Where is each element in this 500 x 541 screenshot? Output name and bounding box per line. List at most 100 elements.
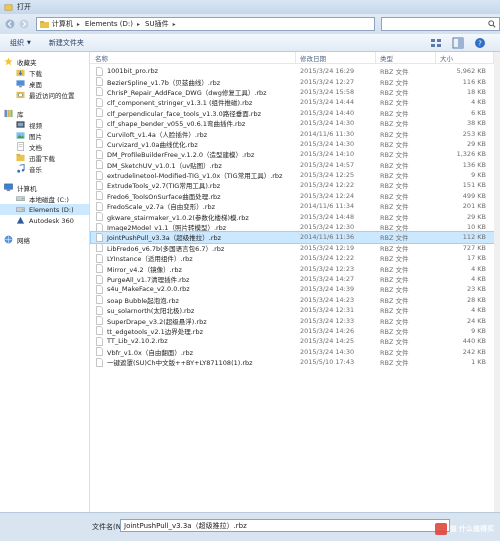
file-date-cell: 2015/3/24 12:33 [300,316,355,325]
sidebar-item-thunder-downloads[interactable]: 迅雷下载 [0,152,89,163]
file-row[interactable]: 1001bit_pro.rbz 2015/3/24 16:29 RBZ 文件 5,96… [91,66,500,76]
file-row[interactable]: soap Bubble起泡泡.rbz 2015/3/24 14:23 RBZ 文件 2… [91,295,500,305]
navigation-pane: 收藏夹 下载 桌面 最近访问的位置 库 视频 图片 文档 迅雷下载 音乐 计算机… [0,52,90,512]
rbz-file-icon [96,233,103,242]
folder-icon [16,153,25,162]
file-date-cell: 2015/3/24 12:23 [300,264,355,273]
file-name-cell: BezierSpline_v1.7b（贝兹曲线）.rbz [91,77,296,87]
rbz-file-icon [96,108,103,117]
back-button[interactable] [4,18,16,30]
documents-icon [17,142,24,151]
new-folder-button[interactable]: 新建文件夹 [49,38,84,48]
file-date-cell: 2015/5/10 17:43 [300,358,355,367]
file-row[interactable]: FredoScale_v2.7a（自由变形）.rbz 2014/11/6 11:3… [91,201,500,211]
sidebar-item-recent-places[interactable]: 最近访问的位置 [0,89,89,100]
file-row[interactable]: clf_shape_bender_v055_v0.6.1弯曲插件.rbz 2015… [91,118,500,128]
file-row[interactable]: tt_edgetools_v2.1边界处理.rbz 2015/3/24 14:26… [91,326,500,336]
file-row[interactable]: LibFredo6_v6.7b(多国语言包6.7）.rbz 2015/3/24 1… [91,243,500,253]
file-size-cell: 29 KB [466,139,486,148]
rbz-file-icon [96,98,103,107]
breadcrumb-drive[interactable]: Elements (D:) ▸ [85,20,140,28]
file-name-cell: FredoScale_v2.7a（自由变形）.rbz [91,201,296,211]
file-row[interactable]: clf_component_stringer_v1.3.1 (组件推磁).rbz… [91,97,500,107]
download-folder-icon [16,69,25,77]
sidebar-computer[interactable]: 计算机 [0,182,89,193]
column-date-modified[interactable]: 修改日期 [296,51,376,64]
file-date-cell: 2015/3/24 14:30 [300,347,355,356]
file-row[interactable]: ExtrudeTools_v2.7(TIG常用工具).rbz 2015/3/24 … [91,180,500,190]
file-name-cell: JointPushPull_v3.3a（超级推拉）.rbz [91,232,296,242]
file-name-cell: SuperDrape_v3.2(超级悬浮).rbz [91,316,296,326]
file-date-cell: 2015/3/24 12:24 [300,191,355,200]
address-bar[interactable]: 计算机 ▸ Elements (D:) ▸ SU插件 ▸ [35,17,375,31]
sidebar-network[interactable]: 网络 [0,234,89,245]
file-date-cell: 2014/11/6 11:34 [300,202,355,211]
search-input[interactable] [380,17,500,31]
file-date-cell: 2015/3/24 14:57 [300,160,355,169]
rbz-file-icon [96,87,103,97]
file-row[interactable]: Mirror_v4.2（镜像）.rbz 2015/3/24 12:23 RBZ 文件… [91,263,500,274]
file-name-cell: ChrisP_Repair_AddFace_DWG（dwg修复工具）.rbz [91,87,296,97]
sidebar-item-desktop[interactable]: 桌面 [0,78,89,89]
file-row[interactable]: 一键遮罩(SU)Ch中文版++BY+LY871108(1).rbz 2015/5/… [91,357,500,367]
file-row[interactable]: Vbfr_v1.0x（自由翻面）.rbz 2015/3/24 14:30 RBZ 文… [91,347,500,357]
column-name[interactable]: 名称 [90,51,296,64]
file-date-cell: 2015/3/24 15:58 [300,87,355,96]
file-row[interactable]: gkware_stairmaker_v1.0.2(参数化楼梯)模.rbz 2015… [91,211,500,222]
file-date-cell: 2015/3/24 14:40 [300,108,355,117]
filename-input[interactable]: JointPushPull_v3.3a（超级推拉）.rbz [120,519,450,532]
rbz-file-icon [96,274,103,284]
sidebar-item-music[interactable]: 音乐 [0,163,89,174]
file-row[interactable]: BezierSpline_v1.7b（贝兹曲线）.rbz 2015/3/24 12… [91,76,500,87]
preview-pane-icon[interactable] [452,37,464,49]
file-date-cell: 2015/3/24 14:39 [300,285,355,294]
file-size-cell: 5,962 KB [456,67,486,76]
file-row[interactable]: extrudelinetool-Modified-TIG_v1.0x（TIG常用… [91,170,500,180]
sidebar-item-documents[interactable]: 文档 [0,141,89,152]
sidebar-item-pictures[interactable]: 图片 [0,130,89,141]
file-size-cell: 1 KB [471,358,486,367]
sidebar-libraries[interactable]: 库 [0,108,89,119]
file-row[interactable]: Curviloft_v1.4a（人脸插件）.rbz 2014/11/6 11:30… [91,128,500,139]
library-icon [4,109,13,118]
help-icon[interactable]: ? [474,37,486,49]
file-row[interactable]: ChrisP_Repair_AddFace_DWG（dwg修复工具）.rbz 20… [91,87,500,97]
column-size[interactable]: 大小 [436,51,494,64]
watermark-logo-icon [434,523,447,535]
file-row[interactable]: Curvizard_v1.0a曲线优化.rbz 2015/3/24 14:30 RB… [91,139,500,149]
column-type[interactable]: 类型 [376,51,436,64]
sidebar-item-videos[interactable]: 视频 [0,119,89,130]
sidebar-favorites[interactable]: 收藏夹 [0,56,89,67]
sidebar-item-autodesk-360[interactable]: Autodesk 360 [0,215,89,226]
sidebar-item-elements-d[interactable]: Elements (D:) [0,204,89,215]
rbz-file-icon [96,295,103,305]
breadcrumb-folder[interactable]: SU插件 ▸ [145,19,176,29]
view-options-icon[interactable] [430,37,442,49]
file-row[interactable]: LYInstance（适用组件）.rbz 2015/3/24 12:22 RBZ 文… [91,253,500,263]
file-row[interactable]: JointPushPull_v3.3a（超级推拉）.rbz 2014/11/6 1… [90,231,500,244]
file-type-cell: RBZ 文件 [380,255,409,264]
file-type-cell: RBZ 文件 [380,182,409,191]
organize-button[interactable]: 组织 ▼ [10,38,31,48]
file-row[interactable]: su_solarnorth(太阳北极).rbz 2015/3/24 12:31 RB… [91,305,500,315]
file-row[interactable]: PurgeAll_v1.7清理插件.rbz 2015/3/24 14:27 RBZ … [91,274,500,284]
file-row[interactable]: clf_perpendicular_face_tools_v1.3.0路径垂面.… [91,108,500,118]
rbz-file-icon [96,118,103,128]
file-name-cell: DM_ProfileBuilderFree_v.1.2.0（造型建模）.rbz [91,149,296,159]
favorites-group: 收藏夹 下载 桌面 最近访问的位置 [0,56,89,100]
file-name-cell: clf_shape_bender_v055_v0.6.1弯曲插件.rbz [91,118,296,128]
file-date-cell: 2015/3/24 14:30 [300,119,355,128]
file-row[interactable]: SuperDrape_v3.2(超级悬浮).rbz 2015/3/24 12:33… [91,315,500,326]
file-row[interactable]: DM_SketchUV_v1.0.1（uv贴图）.rbz 2015/3/24 14… [91,160,500,170]
file-row[interactable]: TT_Lib_v2.10.2.rbz 2015/3/24 14:25 RBZ 文件 4… [91,336,500,346]
sidebar-item-local-disk-c[interactable]: 本地磁盘 (C:) [0,193,89,204]
breadcrumb-computer[interactable]: 计算机 ▸ [52,19,80,29]
rbz-file-icon [96,347,103,356]
file-row[interactable]: s4u_MakeFace_v2.0.0.rbz 2015/3/24 14:39 RB… [91,284,500,294]
file-row[interactable]: Image2Model_v1.1（照片转模型）.rbz 2015/3/24 12:… [91,222,500,232]
file-row[interactable]: DM_ProfileBuilderFree_v.1.2.0（造型建模）.rbz 2… [91,149,500,159]
vertical-scrollbar[interactable] [494,52,500,512]
sidebar-item-downloads[interactable]: 下载 [0,67,89,78]
forward-button[interactable] [18,18,30,30]
file-row[interactable]: Fredo6_ToolsOnSurface曲面处理.rbz 2015/3/24 1… [91,191,500,201]
